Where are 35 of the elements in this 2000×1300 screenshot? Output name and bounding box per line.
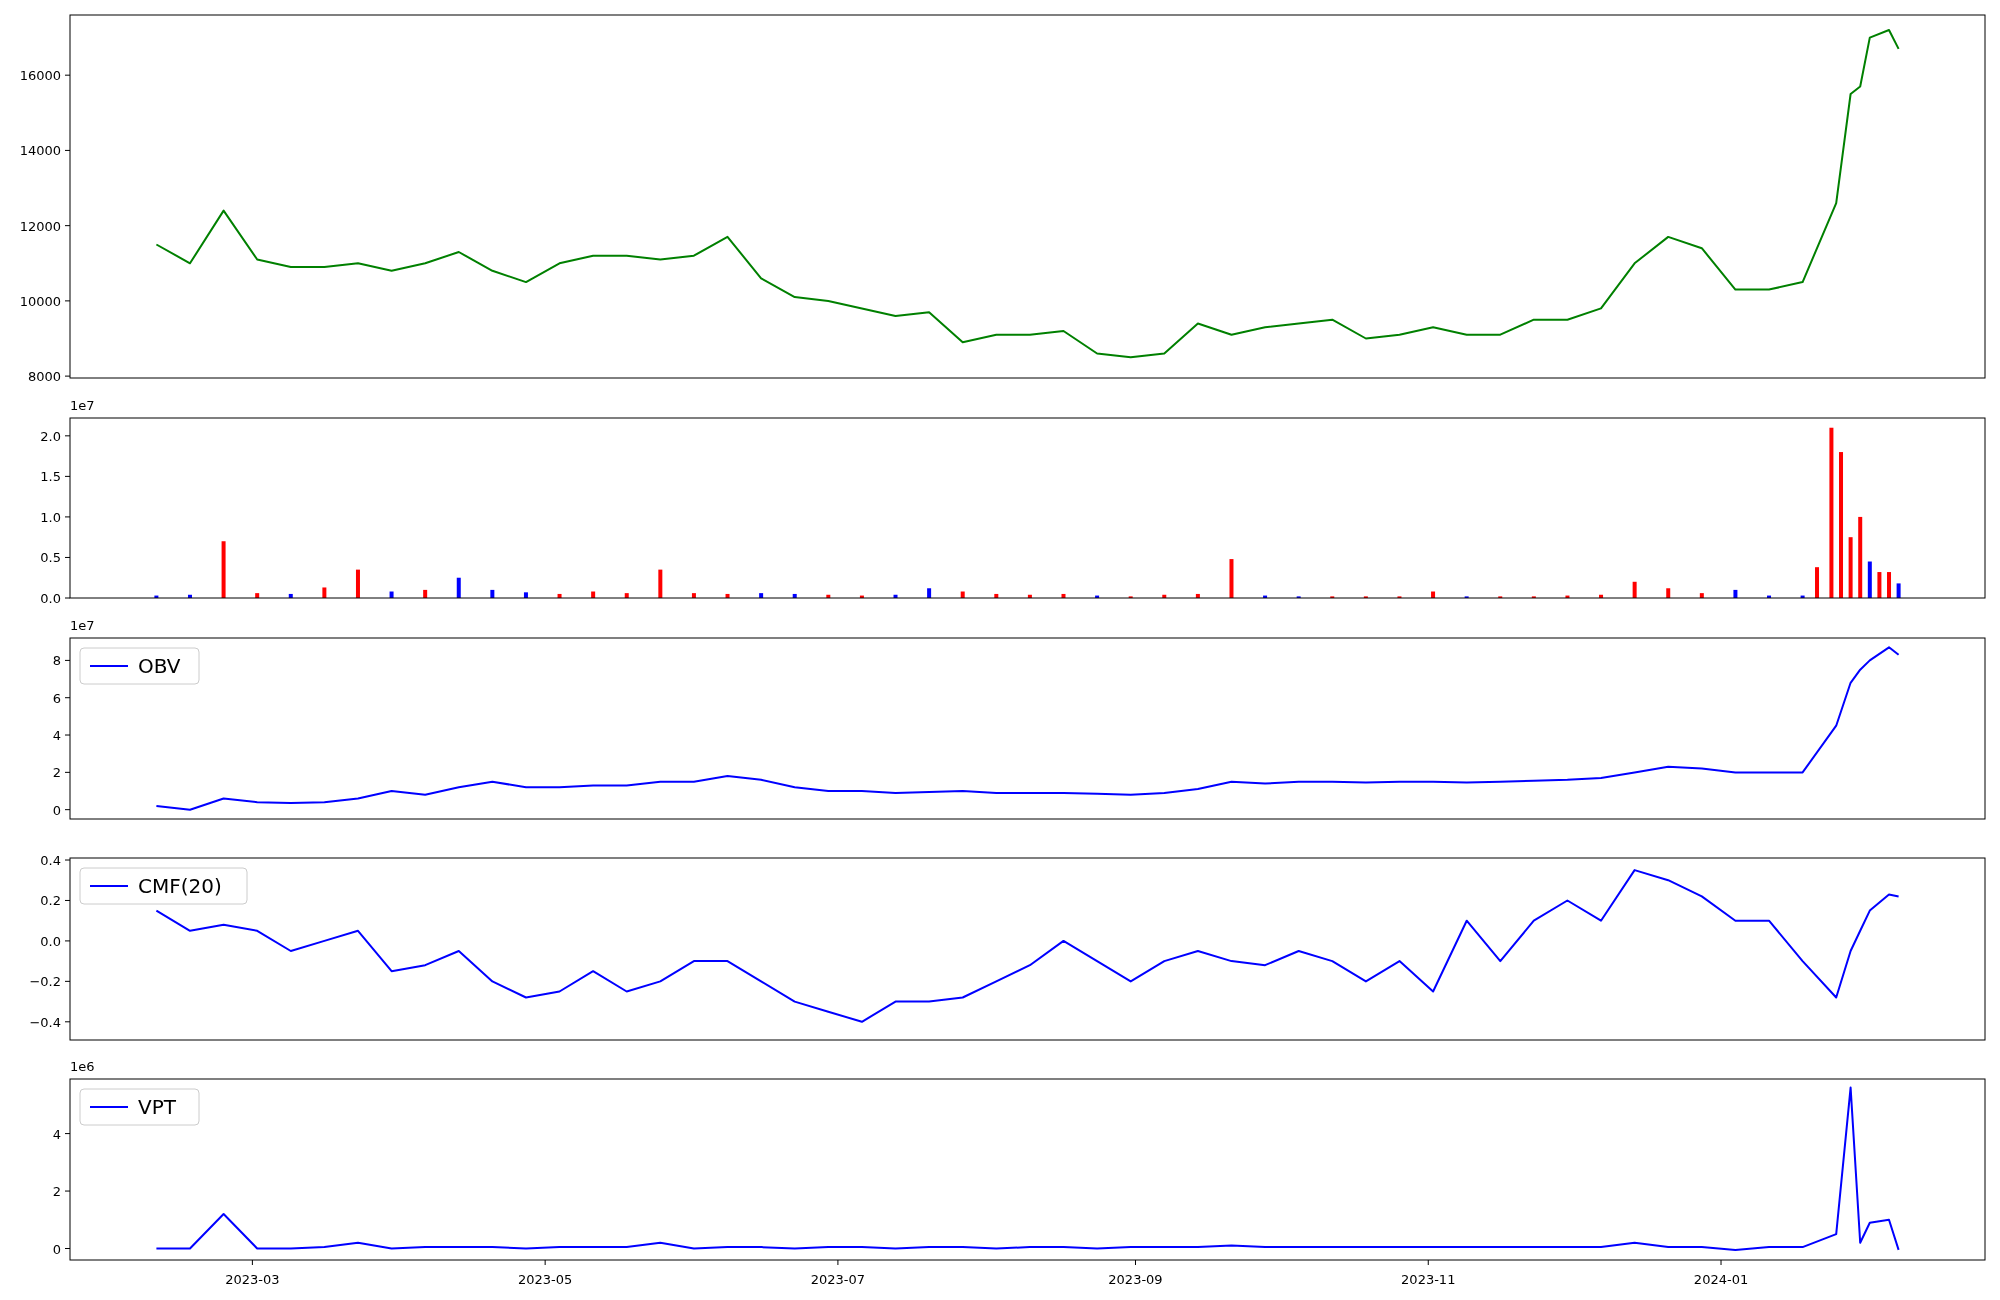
tick-label: 1.5 [40,469,61,485]
tick-label: 0.5 [40,550,61,566]
legend-label: OBV [138,654,181,678]
tick-label: 2 [52,1184,61,1200]
tick-label: 2 [52,765,61,781]
tick-label: 12000 [19,218,61,234]
tick-label: 4 [52,728,61,744]
tick-label: 6 [52,690,61,706]
axis-offset-label: 1e7 [70,398,95,413]
tick-label: 4 [52,1126,61,1142]
tick-label: 2023-07 [810,1272,866,1287]
tick-label: 8 [52,653,61,669]
tick-label: 0.4 [40,853,61,868]
legend-label: VPT [138,1095,176,1119]
tick-label: 8000 [27,369,61,385]
tick-label: 2023-09 [1108,1272,1163,1287]
tick-label: 14000 [19,143,61,159]
tick-label: 2024-01 [1693,1272,1749,1287]
tick-label: 0.0 [40,591,61,606]
axis-offset-label: 1e7 [70,618,95,633]
tick-label: 0 [52,802,61,818]
tick-label: 10000 [19,293,61,309]
tick-label: 2023-03 [225,1272,280,1287]
legend-label: CMF(20) [138,874,222,898]
tick-label: 2023-11 [1401,1272,1456,1287]
tick-label: 0 [52,1241,61,1257]
tick-label: 1.0 [40,509,61,525]
tick-label: −0.2 [29,974,61,990]
tick-label: 16000 [19,68,61,84]
tick-label: −0.4 [29,1014,61,1030]
axis-offset-label: 1e6 [70,1059,95,1074]
tick-label: 2.0 [40,428,61,444]
tick-label: 0.0 [40,933,61,949]
tick-label: 2023-05 [518,1272,573,1287]
tick-label: 0.2 [40,893,61,909]
